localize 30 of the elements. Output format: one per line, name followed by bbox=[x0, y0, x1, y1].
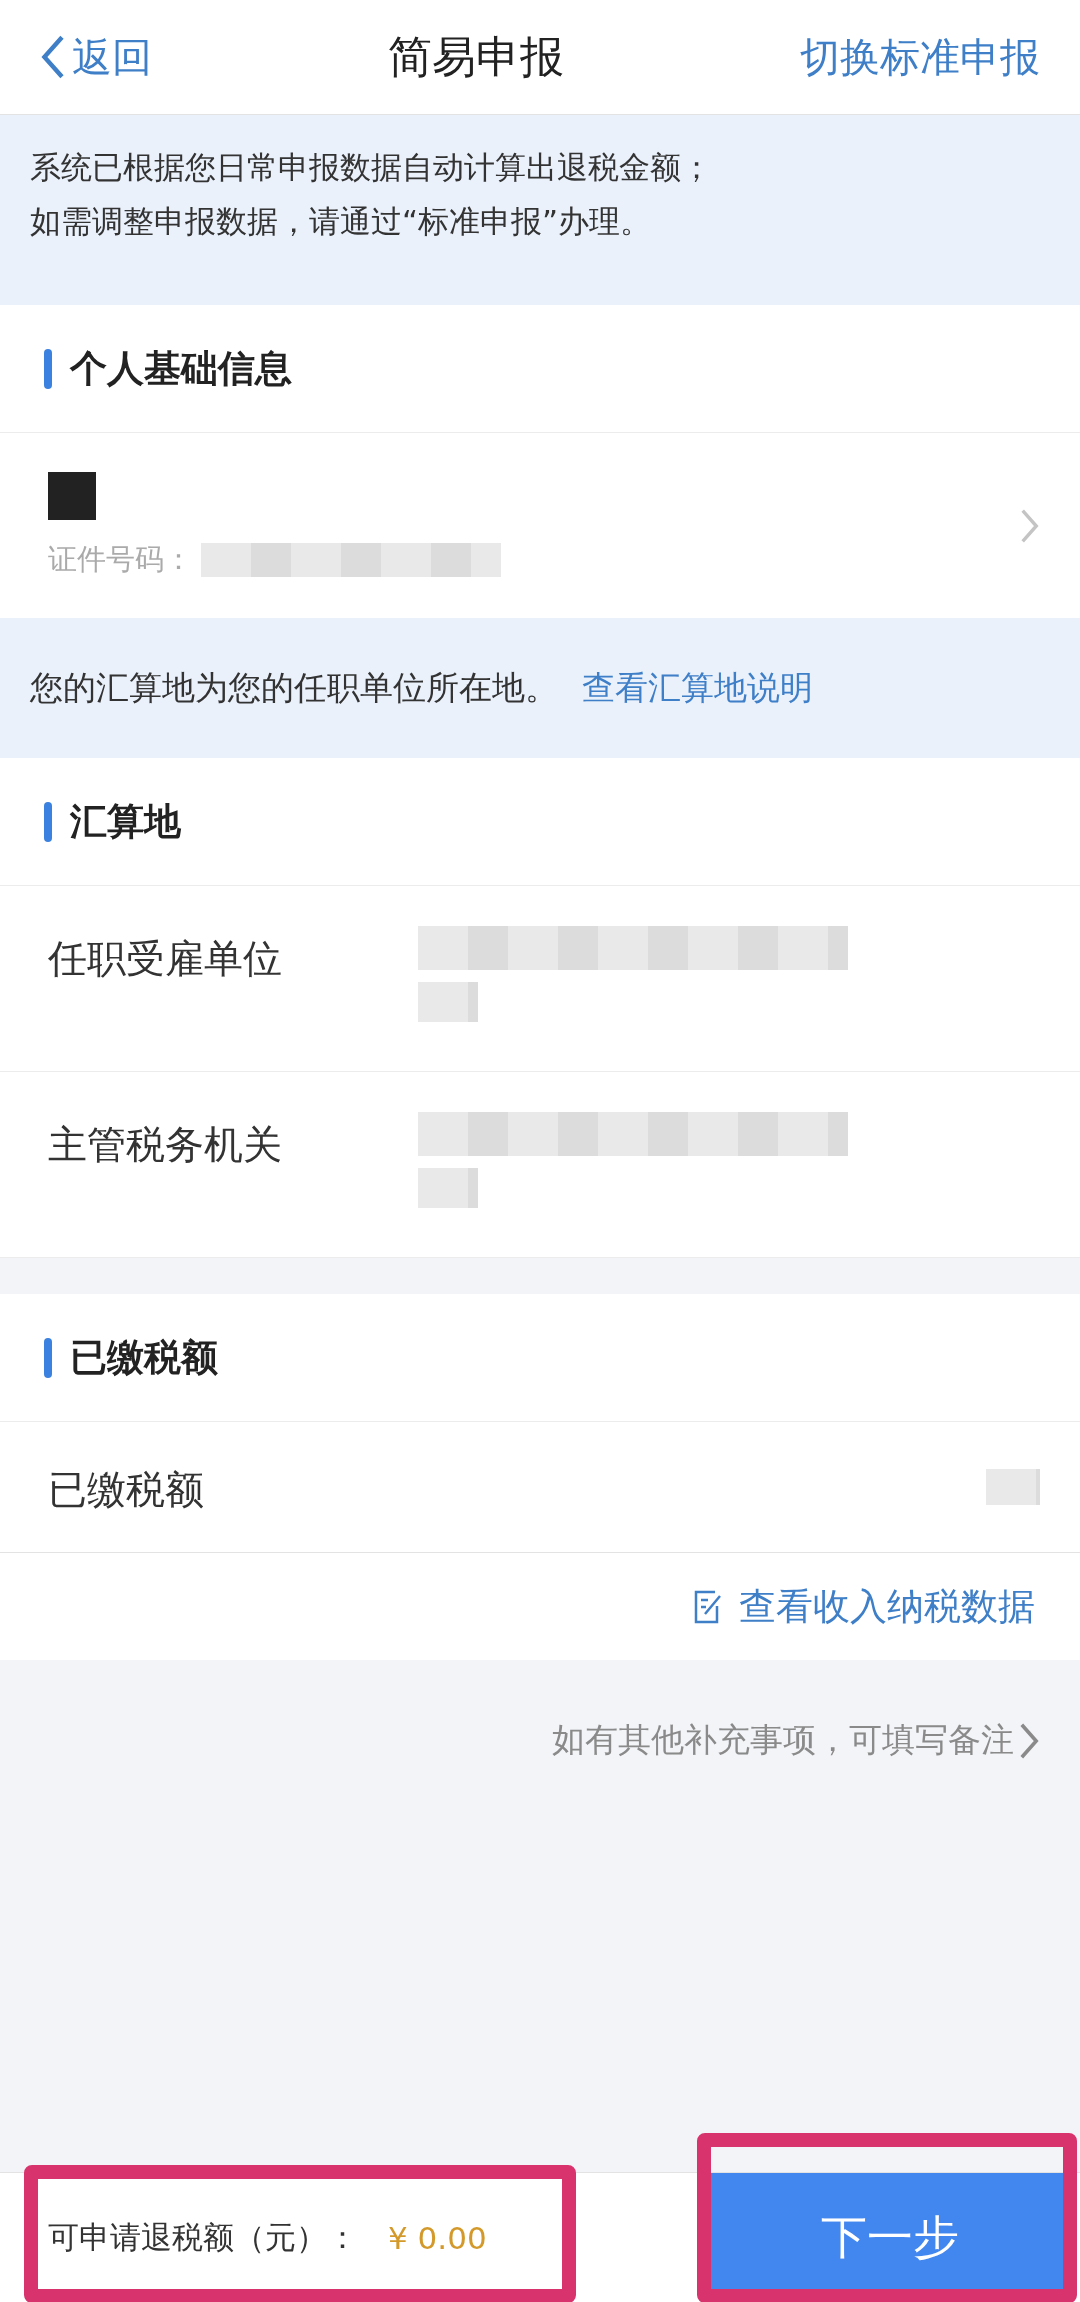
back-icon bbox=[40, 35, 65, 79]
back-link[interactable]: 返回 bbox=[40, 29, 153, 85]
edit-icon bbox=[693, 1589, 723, 1624]
row-label: 主管税务机关 bbox=[48, 1121, 283, 1169]
switch-link[interactable]: 切换标准申报 bbox=[800, 29, 1040, 85]
income-data-link[interactable]: 查看收入纳税数据 bbox=[693, 1581, 1035, 1632]
redacted-name bbox=[48, 471, 96, 520]
section-marker bbox=[44, 801, 52, 842]
redacted-value bbox=[986, 1469, 1040, 1505]
section-heading: 已缴税额 bbox=[70, 1334, 218, 1381]
redacted-value bbox=[418, 982, 478, 1022]
notice-text: 系统已根据您日常申报数据自动计算出退税金额； bbox=[30, 148, 713, 187]
chevron-right-icon bbox=[1020, 1722, 1040, 1759]
page-title: 简易申报 bbox=[388, 29, 565, 84]
section-heading: 个人基础信息 bbox=[70, 345, 292, 392]
section-marker bbox=[44, 348, 52, 389]
section-marker bbox=[44, 1337, 52, 1378]
chevron-right-icon bbox=[1021, 508, 1040, 543]
redacted-value bbox=[418, 1168, 478, 1208]
section-heading: 汇算地 bbox=[70, 798, 181, 845]
refund-amount: ¥ 0.00 bbox=[388, 2219, 487, 2256]
notice-text: 如需调整申报数据，请通过“标准申报”办理。 bbox=[30, 202, 653, 241]
refund-label: 可申请退税额（元）： bbox=[48, 2217, 358, 2257]
remark-link[interactable]: 如有其他补充事项，可填写备注 bbox=[552, 1718, 1040, 1763]
row-label: 已缴税额 bbox=[48, 1466, 205, 1514]
location-notice-text: 您的汇算地为您的任职单位所在地。 bbox=[30, 666, 558, 709]
row-label: 任职受雇单位 bbox=[48, 935, 283, 983]
location-help-link[interactable]: 查看汇算地说明 bbox=[582, 665, 813, 711]
person-row[interactable]: 证件号码： bbox=[0, 433, 1080, 618]
id-label: 证件号码： bbox=[48, 540, 193, 578]
